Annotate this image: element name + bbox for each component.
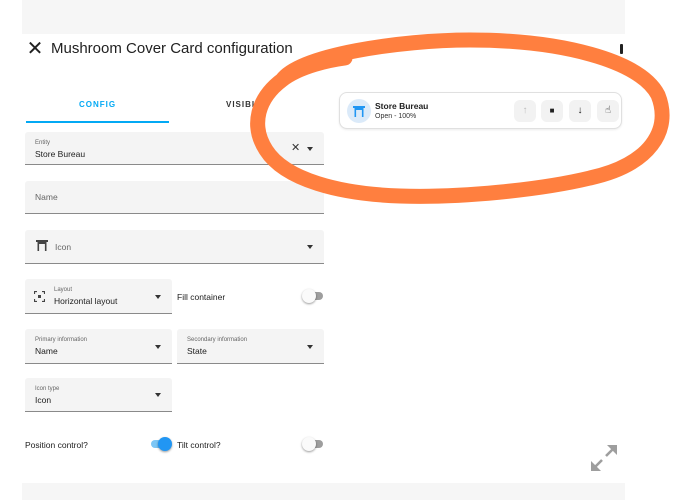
switch-thumb bbox=[302, 289, 316, 303]
secondary-info-select[interactable]: Secondary information State bbox=[177, 329, 324, 364]
chevron-down-icon[interactable] bbox=[155, 295, 161, 299]
cover-card-preview[interactable]: Store Bureau Open - 100% ↑ ■ ↓ ☝ bbox=[339, 92, 622, 129]
fill-container-switch[interactable] bbox=[302, 289, 324, 303]
layout-icon bbox=[34, 291, 45, 302]
icon-type-select[interactable]: Icon type Icon bbox=[25, 378, 172, 412]
chevron-down-icon[interactable] bbox=[155, 345, 161, 349]
tab-visibility[interactable]: VISIBI bbox=[169, 93, 279, 121]
background-bottom bbox=[22, 483, 625, 500]
fill-container-label: Fill container bbox=[177, 292, 226, 302]
entity-value: Store Bureau bbox=[35, 149, 86, 159]
chevron-down-icon[interactable] bbox=[307, 245, 313, 249]
chevron-down-icon[interactable] bbox=[307, 345, 313, 349]
tilt-control-label: Tilt control? bbox=[177, 440, 221, 450]
primary-info-value: Name bbox=[35, 346, 58, 356]
icon-type-label: Icon type bbox=[35, 386, 60, 392]
close-icon[interactable]: ✕ bbox=[26, 39, 44, 59]
window-shutter-icon bbox=[36, 240, 48, 251]
stop-button[interactable]: ■ bbox=[541, 100, 563, 122]
dialog-title: Mushroom Cover Card configuration bbox=[51, 40, 293, 57]
icon-picker[interactable]: Icon bbox=[25, 230, 324, 264]
card-entity-state: Open - 100% bbox=[375, 113, 417, 120]
expand-diagonal-icon[interactable] bbox=[589, 443, 619, 473]
close-button[interactable]: ↓ bbox=[569, 100, 591, 122]
layout-label: Layout bbox=[54, 287, 73, 293]
primary-info-select[interactable]: Primary information Name bbox=[25, 329, 172, 364]
open-button[interactable]: ↑ bbox=[514, 100, 536, 122]
tilt-button[interactable]: ☝ bbox=[597, 100, 619, 122]
entity-label: Entity bbox=[35, 140, 51, 146]
card-entity-name: Store Bureau bbox=[375, 101, 429, 111]
hand-pointer-icon: ☝ bbox=[604, 105, 612, 116]
secondary-info-value: State bbox=[187, 346, 207, 356]
switch-thumb bbox=[158, 437, 172, 451]
tilt-control-switch[interactable] bbox=[302, 437, 324, 451]
arrow-down-icon: ↓ bbox=[577, 105, 583, 116]
chevron-down-icon[interactable] bbox=[307, 147, 313, 151]
more-vertical-icon[interactable] bbox=[620, 44, 623, 54]
switch-thumb bbox=[302, 437, 316, 451]
name-placeholder: Name bbox=[35, 192, 58, 202]
window-shutter-icon bbox=[353, 105, 365, 117]
tab-config[interactable]: CONFIG bbox=[26, 93, 169, 123]
position-control-switch[interactable] bbox=[150, 437, 172, 451]
background-top bbox=[22, 0, 625, 34]
stop-icon: ■ bbox=[549, 106, 555, 115]
layout-select[interactable]: Layout Horizontal layout bbox=[25, 279, 172, 314]
position-control-label: Position control? bbox=[25, 440, 88, 450]
layout-value: Horizontal layout bbox=[54, 296, 118, 306]
icon-placeholder: Icon bbox=[55, 241, 72, 252]
name-field[interactable]: Name bbox=[25, 181, 324, 214]
clear-icon[interactable]: ✕ bbox=[291, 143, 300, 154]
chevron-down-icon[interactable] bbox=[155, 393, 161, 397]
entity-picker[interactable]: Entity Store Bureau ✕ bbox=[25, 132, 324, 165]
secondary-info-label: Secondary information bbox=[187, 337, 248, 343]
icon-type-value: Icon bbox=[35, 395, 52, 405]
card-icon-badge bbox=[347, 99, 371, 123]
arrow-up-icon: ↑ bbox=[522, 105, 528, 116]
primary-info-label: Primary information bbox=[35, 337, 88, 343]
